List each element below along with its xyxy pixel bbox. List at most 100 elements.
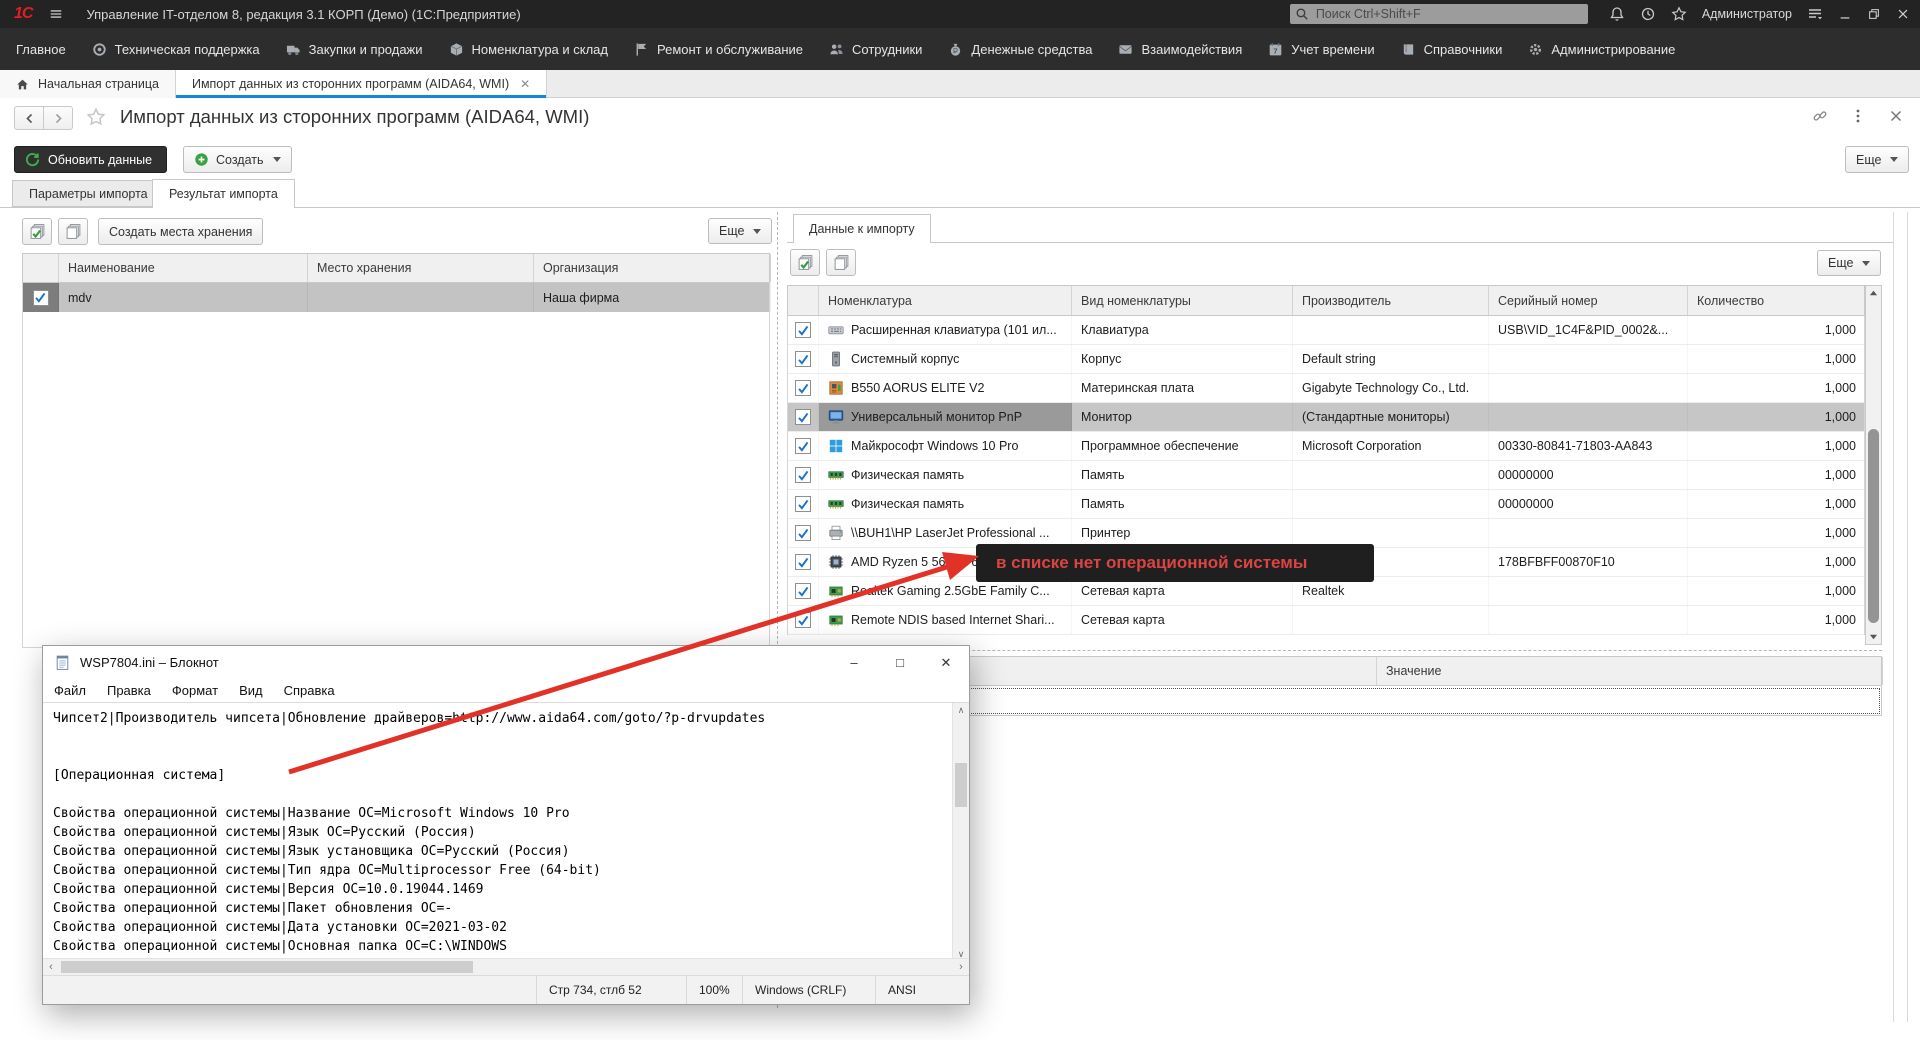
row-checkbox[interactable] [795,322,811,338]
scroll-up-icon[interactable] [1866,286,1881,301]
service-menu-icon[interactable] [1807,6,1823,22]
kebab-menu-icon[interactable] [1850,108,1866,124]
col-nomenclature[interactable]: Номенклатура [819,286,1072,315]
row-checkbox[interactable] [795,438,811,454]
import-row[interactable]: B550 AORUS ELITE V2Материнская платаGiga… [788,374,1864,403]
notifications-bell-icon[interactable] [1609,6,1625,22]
menu-item[interactable]: Сотрудники [829,42,922,57]
row-checkbox[interactable] [33,290,49,306]
storage-row[interactable]: mdvНаша фирма [23,283,769,312]
scroll-left-icon[interactable]: ‹ [43,959,59,975]
import-row[interactable]: Расширенная клавиатура (101 ил...Клавиат… [788,316,1864,345]
scroll-up-icon[interactable]: ∧ [953,703,969,717]
page-more-button[interactable]: Еще [1845,146,1909,173]
menu-item[interactable]: Ремонт и обслуживание [634,42,803,57]
scrollbar-thumb[interactable] [61,961,473,973]
check-all-button[interactable] [22,218,52,245]
menu-item[interactable]: Номенклатура и склад [449,42,608,57]
refresh-data-button[interactable]: Обновить данные [14,146,167,173]
resize-grip[interactable] [947,976,969,1004]
scrollbar-thumb[interactable] [1868,429,1879,623]
import-row[interactable]: Remote NDIS based Internet Shari...Сетев… [788,606,1864,635]
global-search[interactable] [1290,4,1588,24]
row-checkbox[interactable] [795,380,811,396]
col-org[interactable]: Организация [534,254,771,282]
menu-item[interactable]: Взаимодействия [1118,42,1242,57]
scroll-down-icon[interactable] [1866,629,1881,644]
favorites-star-icon[interactable] [1671,6,1687,22]
col-name[interactable]: Наименование [59,254,308,282]
row-checkbox[interactable] [795,583,811,599]
row-checkbox[interactable] [795,409,811,425]
notepad-menu-item[interactable]: Правка [107,683,151,698]
scroll-right-icon[interactable]: › [953,959,969,975]
page-close-icon[interactable] [1888,108,1904,124]
tab-home[interactable]: Начальная страница [0,70,176,98]
tab-import-result[interactable]: Результат импорта [152,179,295,208]
import-row[interactable]: Майкрософт Windows 10 ProПрограммное обе… [788,432,1864,461]
menu-item[interactable]: Техническая поддержка [92,42,260,57]
menu-item[interactable]: Закупки и продажи [286,42,423,57]
row-checkbox[interactable] [795,496,811,512]
main-menu-icon[interactable] [48,7,64,21]
menu-item[interactable]: Справочники [1401,42,1503,57]
import-table-scrollbar[interactable] [1865,285,1882,645]
import-row[interactable]: Физическая памятьПамять000000001,000 [788,461,1864,490]
tab-import-data[interactable]: Данные к импорту [793,214,931,243]
notepad-close-icon[interactable]: ✕ [923,646,969,679]
create-storage-button[interactable]: Создать места хранения [98,218,263,245]
notepad-text: Чипсет2|Производитель чипсета|Обновление… [53,709,765,956]
right-uncheck-all-button[interactable] [826,249,856,276]
row-checkbox[interactable] [795,351,811,367]
notepad-menu-item[interactable]: Файл [54,683,86,698]
notepad-menu-item[interactable]: Вид [239,683,263,698]
right-more-button[interactable]: Еще [1817,250,1881,276]
notepad-menu-item[interactable]: Формат [172,683,218,698]
row-checkbox[interactable] [795,525,811,541]
forward-button[interactable] [43,106,73,130]
col-manufacturer[interactable]: Производитель [1293,286,1489,315]
notepad-minimize-icon[interactable]: – [831,646,877,679]
notepad-menu-item[interactable]: Справка [284,683,335,698]
notepad-maximize-icon[interactable]: □ [877,646,923,679]
notepad-vscrollbar[interactable]: ∧ ∨ [952,703,969,960]
notepad-hscrollbar[interactable]: ‹ › [43,958,969,975]
cell-manufacturer: Default string [1293,345,1489,373]
import-row[interactable]: Системный корпусКорпусDefault string1,00… [788,345,1864,374]
row-checkbox[interactable] [795,612,811,628]
notepad-editor[interactable]: Чипсет2|Производитель чипсета|Обновление… [43,702,969,960]
favorite-star-icon[interactable] [86,107,106,127]
import-row[interactable]: Универсальный монитор PnPМонитор(Стандар… [788,403,1864,432]
right-check-all-button[interactable] [790,249,820,276]
notepad-window: WSP7804.ini – Блокнот – □ ✕ ФайлПравкаФо… [42,645,970,1005]
tab-import[interactable]: Импорт данных из сторонних программ (AID… [176,70,547,98]
col-qty[interactable]: Количество [1688,286,1866,315]
menu-item[interactable]: 7Учет времени [1268,42,1374,57]
minimize-icon[interactable] [1838,7,1852,21]
col-kind[interactable]: Вид номенклатуры [1072,286,1293,315]
tab-import-params[interactable]: Параметры импорта [12,180,165,207]
link-icon[interactable] [1812,108,1828,124]
close-icon[interactable] [1896,7,1910,21]
col-value[interactable]: Значение [1377,657,1883,685]
menu-item[interactable]: Денежные средства [948,42,1092,57]
row-checkbox[interactable] [795,467,811,483]
col-serial[interactable]: Серийный номер [1489,286,1688,315]
menu-item[interactable]: Главное [16,42,66,57]
uncheck-all-button[interactable] [58,218,88,245]
board-icon [828,380,844,396]
left-more-button[interactable]: Еще [708,218,772,244]
menu-item[interactable]: Администрирование [1528,42,1675,57]
search-input[interactable] [1290,4,1588,24]
restore-icon[interactable] [1867,7,1881,21]
col-storage[interactable]: Место хранения [308,254,534,282]
current-user[interactable]: Администратор [1702,7,1792,21]
create-button[interactable]: Создать [183,146,292,173]
cell-select [23,283,59,312]
tab-close-icon[interactable]: ✕ [520,77,530,91]
history-icon[interactable] [1640,6,1656,22]
back-button[interactable] [14,106,44,130]
scrollbar-thumb[interactable] [955,763,967,807]
import-row[interactable]: Физическая памятьПамять000000001,000 [788,490,1864,519]
row-checkbox[interactable] [795,554,811,570]
